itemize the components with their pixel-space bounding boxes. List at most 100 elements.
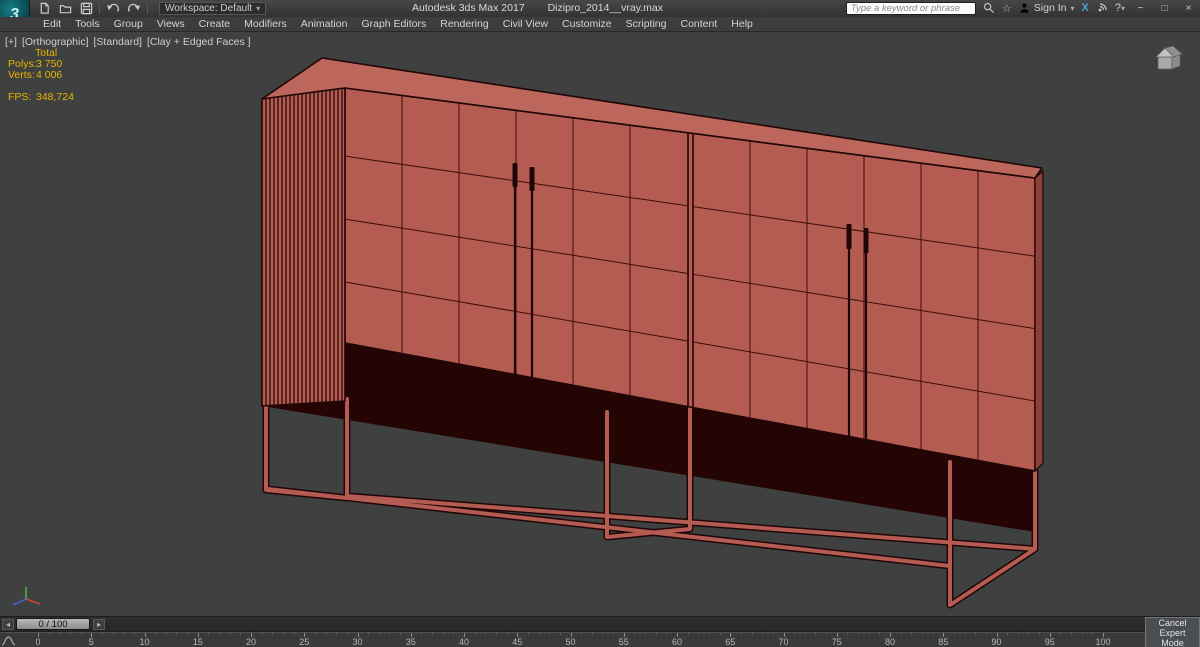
ruler-tick-label: 75 <box>831 637 842 647</box>
broadcast-icon <box>1098 3 1107 12</box>
time-slider[interactable]: 0 / 100 <box>16 618 90 630</box>
ruler-minor-tick <box>453 633 455 635</box>
ruler-minor-tick <box>1007 633 1009 635</box>
undo-arrow-icon <box>107 3 119 12</box>
cancel-expert-mode-button[interactable]: Cancel Expert Mode <box>1145 617 1200 647</box>
viewport-menu-general[interactable]: [+] <box>5 36 17 48</box>
viewcube-home-button[interactable] <box>1152 44 1188 79</box>
previous-frame-button[interactable]: ◂ <box>2 619 14 630</box>
ruler-minor-tick <box>953 633 955 635</box>
stats-fps-label: FPS: <box>8 91 32 103</box>
stats-verts-label: Verts: <box>8 69 35 81</box>
redo-arrow-icon <box>128 3 140 12</box>
ruler-minor-tick <box>1081 633 1083 635</box>
menu-item-help[interactable]: Help <box>724 18 760 30</box>
viewport-menu-preset[interactable]: [Standard] <box>94 36 142 48</box>
ruler-minor-tick <box>229 633 231 635</box>
ruler-minor-tick <box>581 633 583 635</box>
star-icon: ☆ <box>1001 2 1012 15</box>
track-bar[interactable]: 0 5 10 15 20 25 30 35 40 45 50 55 60 65 70 75 80 85 90 95 10… <box>0 632 1145 647</box>
menu-item-edit[interactable]: Edit <box>36 18 68 30</box>
menu-item-customize[interactable]: Customize <box>555 18 619 30</box>
ruler-minor-tick <box>666 633 668 635</box>
help-button[interactable]: ? ▾ <box>1115 2 1125 14</box>
exchange-apps-button[interactable]: X <box>1082 2 1089 14</box>
ruler-minor-tick <box>325 633 327 635</box>
menu-item-create[interactable]: Create <box>192 18 238 30</box>
ruler-minor-tick <box>879 633 881 635</box>
open-file-button[interactable] <box>57 2 73 16</box>
ruler-minor-tick <box>538 633 540 635</box>
ruler-minor-tick <box>964 633 966 635</box>
ruler-tick-label: 35 <box>405 637 416 647</box>
ruler-tick-label: 20 <box>245 637 257 647</box>
ruler-minor-tick <box>932 633 934 635</box>
menu-item-group[interactable]: Group <box>107 18 150 30</box>
ruler-minor-tick <box>858 633 860 635</box>
ruler-tick-label: 85 <box>938 637 949 647</box>
menu-item-modifiers[interactable]: Modifiers <box>237 18 294 30</box>
ruler-minor-tick <box>187 633 189 635</box>
chevron-down-icon: ▾ <box>1070 3 1075 13</box>
communication-center-button[interactable] <box>1096 2 1108 14</box>
ruler-minor-tick <box>645 633 647 635</box>
menu-item-civil-view[interactable]: Civil View <box>496 18 555 30</box>
close-button[interactable]: × <box>1180 3 1197 14</box>
minimize-button[interactable]: − <box>1132 3 1149 14</box>
ruler-minor-tick <box>368 633 370 635</box>
window-title: Autodesk 3ds Max 2017 Dizipro_2014__vray… <box>412 2 663 14</box>
ruler-minor-tick <box>208 633 210 635</box>
workspace-selector[interactable]: Workspace: Default ▾ <box>159 2 267 15</box>
ruler-minor-tick <box>655 633 657 635</box>
ruler-minor-tick <box>708 633 710 635</box>
undo-button[interactable] <box>105 2 121 16</box>
ruler-minor-tick <box>165 633 167 635</box>
viewport[interactable]: [+] [Orthographic] [Standard] [Clay + Edged… <box>0 32 1200 616</box>
cabinet-model[interactable] <box>261 57 1044 609</box>
ruler-minor-tick <box>123 633 125 635</box>
ruler-minor-tick <box>421 633 423 635</box>
track-bar-ruler: 0 5 10 15 20 25 30 35 40 45 50 55 60 65 70 75 80 85 90 95 10… <box>0 633 1145 647</box>
world-axis-tripod-icon <box>12 587 41 606</box>
menu-item-animation[interactable]: Animation <box>294 18 355 30</box>
ruler-minor-tick <box>314 633 316 635</box>
menu-item-graph-editors[interactable]: Graph Editors <box>354 18 433 30</box>
ruler-minor-tick <box>1017 633 1019 635</box>
ruler-minor-tick <box>900 633 902 635</box>
favorites-button[interactable]: ☆ <box>1002 2 1012 15</box>
viewport-menu-shading[interactable]: [Clay + Edged Faces ] <box>147 36 251 48</box>
viewport-statistics: Total Polys:3 750 Verts:4 006 FPS: 348,72… <box>8 48 74 103</box>
next-frame-button[interactable]: ▸ <box>93 619 105 630</box>
ruler-minor-tick <box>48 633 50 635</box>
infocenter-search-input[interactable] <box>845 1 976 15</box>
cabinet-right-edge <box>1034 169 1044 473</box>
menu-item-rendering[interactable]: Rendering <box>433 18 495 30</box>
save-file-button[interactable] <box>78 2 94 16</box>
chevron-down-icon: ▾ <box>256 4 261 13</box>
redo-button[interactable] <box>126 2 142 16</box>
search-button[interactable] <box>983 2 995 14</box>
sign-in-button[interactable]: Sign In ▾ <box>1019 2 1075 14</box>
search-icon <box>983 2 994 14</box>
ruler-minor-tick <box>272 633 274 635</box>
sign-in-label: Sign In <box>1033 2 1067 14</box>
ruler-minor-tick <box>772 633 774 635</box>
menu-item-tools[interactable]: Tools <box>68 18 107 30</box>
3ds-max-window: 3 Workspace: Default ▾ Autodesk 3ds Max … <box>0 0 1200 647</box>
ruler-minor-tick <box>826 633 828 635</box>
menu-item-content[interactable]: Content <box>673 18 724 30</box>
ruler-minor-tick <box>432 633 434 635</box>
ruler-tick-label: 0 <box>35 637 41 647</box>
time-slider-track[interactable]: ◂ 0 / 100 ▸ <box>0 617 1145 632</box>
floppy-disk-icon <box>80 2 92 15</box>
ruler-minor-tick <box>485 633 487 635</box>
menu-item-scripting[interactable]: Scripting <box>619 18 674 30</box>
ruler-tick-label: 55 <box>618 637 629 647</box>
ruler-tick-label: 50 <box>565 637 576 647</box>
menu-item-views[interactable]: Views <box>150 18 192 30</box>
cancel-expert-line1: Cancel Expert <box>1158 617 1187 638</box>
new-scene-button[interactable] <box>36 2 52 16</box>
ruler-minor-tick <box>815 633 817 635</box>
ruler-tick-label: 10 <box>139 637 150 647</box>
maximize-button[interactable]: □ <box>1156 3 1173 14</box>
